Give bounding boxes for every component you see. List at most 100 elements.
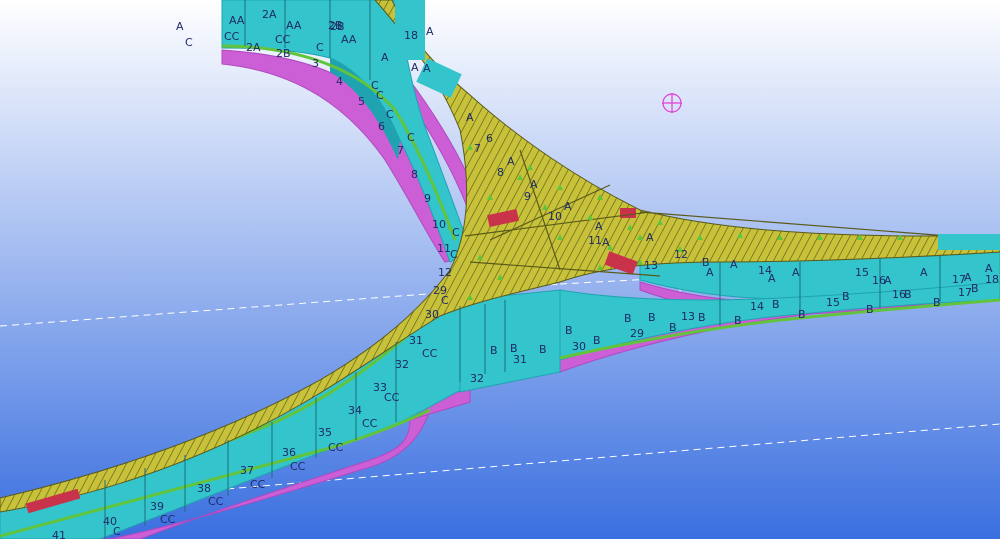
girder-side-label: C — [452, 226, 460, 239]
grid-number-label: 4 — [336, 75, 343, 88]
grid-number-label: 13 — [644, 259, 658, 272]
girder-side-label: C — [441, 294, 449, 307]
girder-side-label: B — [933, 296, 941, 309]
girder-side-label: CC — [250, 478, 266, 491]
grid-number-label: 29 — [630, 327, 644, 340]
girder-side-label: B — [772, 298, 780, 311]
grid-number-label: 32 — [395, 358, 409, 371]
grid-number-label: 34 — [348, 404, 362, 417]
girder-side-label: A — [768, 272, 776, 285]
bridge-3d-model[interactable]: ACAACC2A2BAA2ACC2B C2BAA3 A4 C5 C6C7C8910111… — [0, 0, 1000, 539]
girder-side-label: A — [466, 111, 474, 124]
grid-number-label: 2B — [276, 47, 291, 60]
girder-side-label: B — [539, 343, 547, 356]
grid-number-label: 31 — [513, 353, 527, 366]
girder-side-label: C — [407, 131, 415, 144]
red-plate — [620, 208, 636, 218]
grid-number-label: 39 — [150, 500, 164, 513]
grid-number-label: 38 — [197, 482, 211, 495]
grid-number-label: 11 — [588, 234, 602, 247]
girder-side-label: A — [423, 62, 431, 75]
grid-number-label: 15 — [826, 296, 840, 309]
girder-side-label: B — [798, 308, 806, 321]
grid-number-label: 36 — [282, 446, 296, 459]
grid-number-label: 3 — [312, 57, 319, 70]
girder-side-label: A — [920, 266, 928, 279]
girder-side-label: B — [669, 321, 677, 334]
model-viewport[interactable]: A C AA CC 2A 2B AA 2A CC 2B C 2B AA 3 A 4 C 5 C 6 C 7 C 8 9 10 11 1… — [0, 0, 1000, 539]
grid-number-label: 6 — [486, 132, 493, 145]
girder-side-label: A — [507, 155, 515, 168]
girder-side-label: B — [971, 282, 979, 295]
girder-side-label: C — [450, 248, 458, 261]
girder-side-label: CC — [362, 417, 378, 430]
girder-side-label: A — [411, 61, 419, 74]
girder-side-label: CC — [328, 441, 344, 454]
girder-side-label: A — [176, 20, 184, 33]
grid-number-label: 14 — [750, 300, 764, 313]
grid-number-label: 5 — [358, 95, 365, 108]
girder-side-label: A — [426, 25, 434, 38]
grid-number-label: 7 — [474, 142, 481, 155]
girder-side-label: B — [624, 312, 632, 325]
girder-side-label: CC — [208, 495, 224, 508]
grid-number-label: 35 — [318, 426, 332, 439]
grid-number-label: 12 — [438, 266, 452, 279]
grid-number-label: 10 — [432, 218, 446, 231]
grid-number-label: 9 — [524, 190, 531, 203]
girder-side-label: B — [842, 290, 850, 303]
grid-number-label: 10 — [548, 210, 562, 223]
girder-side-label: C — [185, 36, 193, 49]
girder-side-label: C — [316, 41, 324, 54]
grid-number-label: 37 — [240, 464, 254, 477]
girder-side-label: A — [564, 200, 572, 213]
grid-number-label: 31 — [409, 334, 423, 347]
girder-side-label: A — [595, 220, 603, 233]
girder-side-label: A — [646, 231, 654, 244]
girder-side-label: A — [730, 258, 738, 271]
girder-side-label: A — [602, 236, 610, 249]
grid-number-label: 8 — [411, 168, 418, 181]
girder-side-label: A — [964, 271, 972, 284]
girder-side-label: B — [866, 303, 874, 316]
girder-side-label: CC — [422, 347, 438, 360]
grid-number-label: 8 — [497, 166, 504, 179]
grating-patch — [938, 234, 1000, 250]
grid-number-label: 17 — [958, 286, 972, 299]
girder-side-label: B — [904, 288, 912, 301]
girder-side-label: A — [530, 178, 538, 191]
girder-side-label: AA — [341, 33, 357, 46]
girder-side-label: CC — [384, 391, 400, 404]
grid-number-label: 2A — [246, 41, 261, 54]
grid-number-label: 9 — [424, 192, 431, 205]
grid-number-label: 2A — [262, 8, 277, 21]
grid-number-label: 7 — [397, 144, 404, 157]
girder-side-label: B — [593, 334, 601, 347]
girder-side-label: CC — [290, 460, 306, 473]
grid-number-label: 18 — [985, 273, 999, 286]
girder-side-label: AA — [229, 14, 245, 27]
grid-number-label: 32 — [470, 372, 484, 385]
girder-side-label: CC — [224, 30, 240, 43]
girder-side-label: CC — [275, 33, 291, 46]
grid-number-label: 30 — [572, 340, 586, 353]
girder-side-label: C — [386, 108, 394, 121]
girder-side-label: AA — [286, 19, 302, 32]
girder-side-label: A — [706, 266, 714, 279]
grid-number-label: 6 — [378, 120, 385, 133]
girder-side-label: A — [884, 274, 892, 287]
girder-side-label: C — [376, 89, 384, 102]
girder-side-label: B — [565, 324, 573, 337]
girder-side-label: B — [698, 311, 706, 324]
grid-number-label: 41 — [52, 529, 66, 539]
girder-side-label: B — [490, 344, 498, 357]
grid-number-label: 13 — [681, 310, 695, 323]
girder-side-label: C — [113, 525, 121, 538]
grid-number-label: 30 — [425, 308, 439, 321]
grid-number-label: 12 — [674, 248, 688, 261]
grid-number-label: 11 — [437, 242, 451, 255]
girder-side-label: B — [648, 311, 656, 324]
girder-side-label: A — [792, 266, 800, 279]
girder-side-label: B — [734, 314, 742, 327]
grid-number-label: 15 — [855, 266, 869, 279]
